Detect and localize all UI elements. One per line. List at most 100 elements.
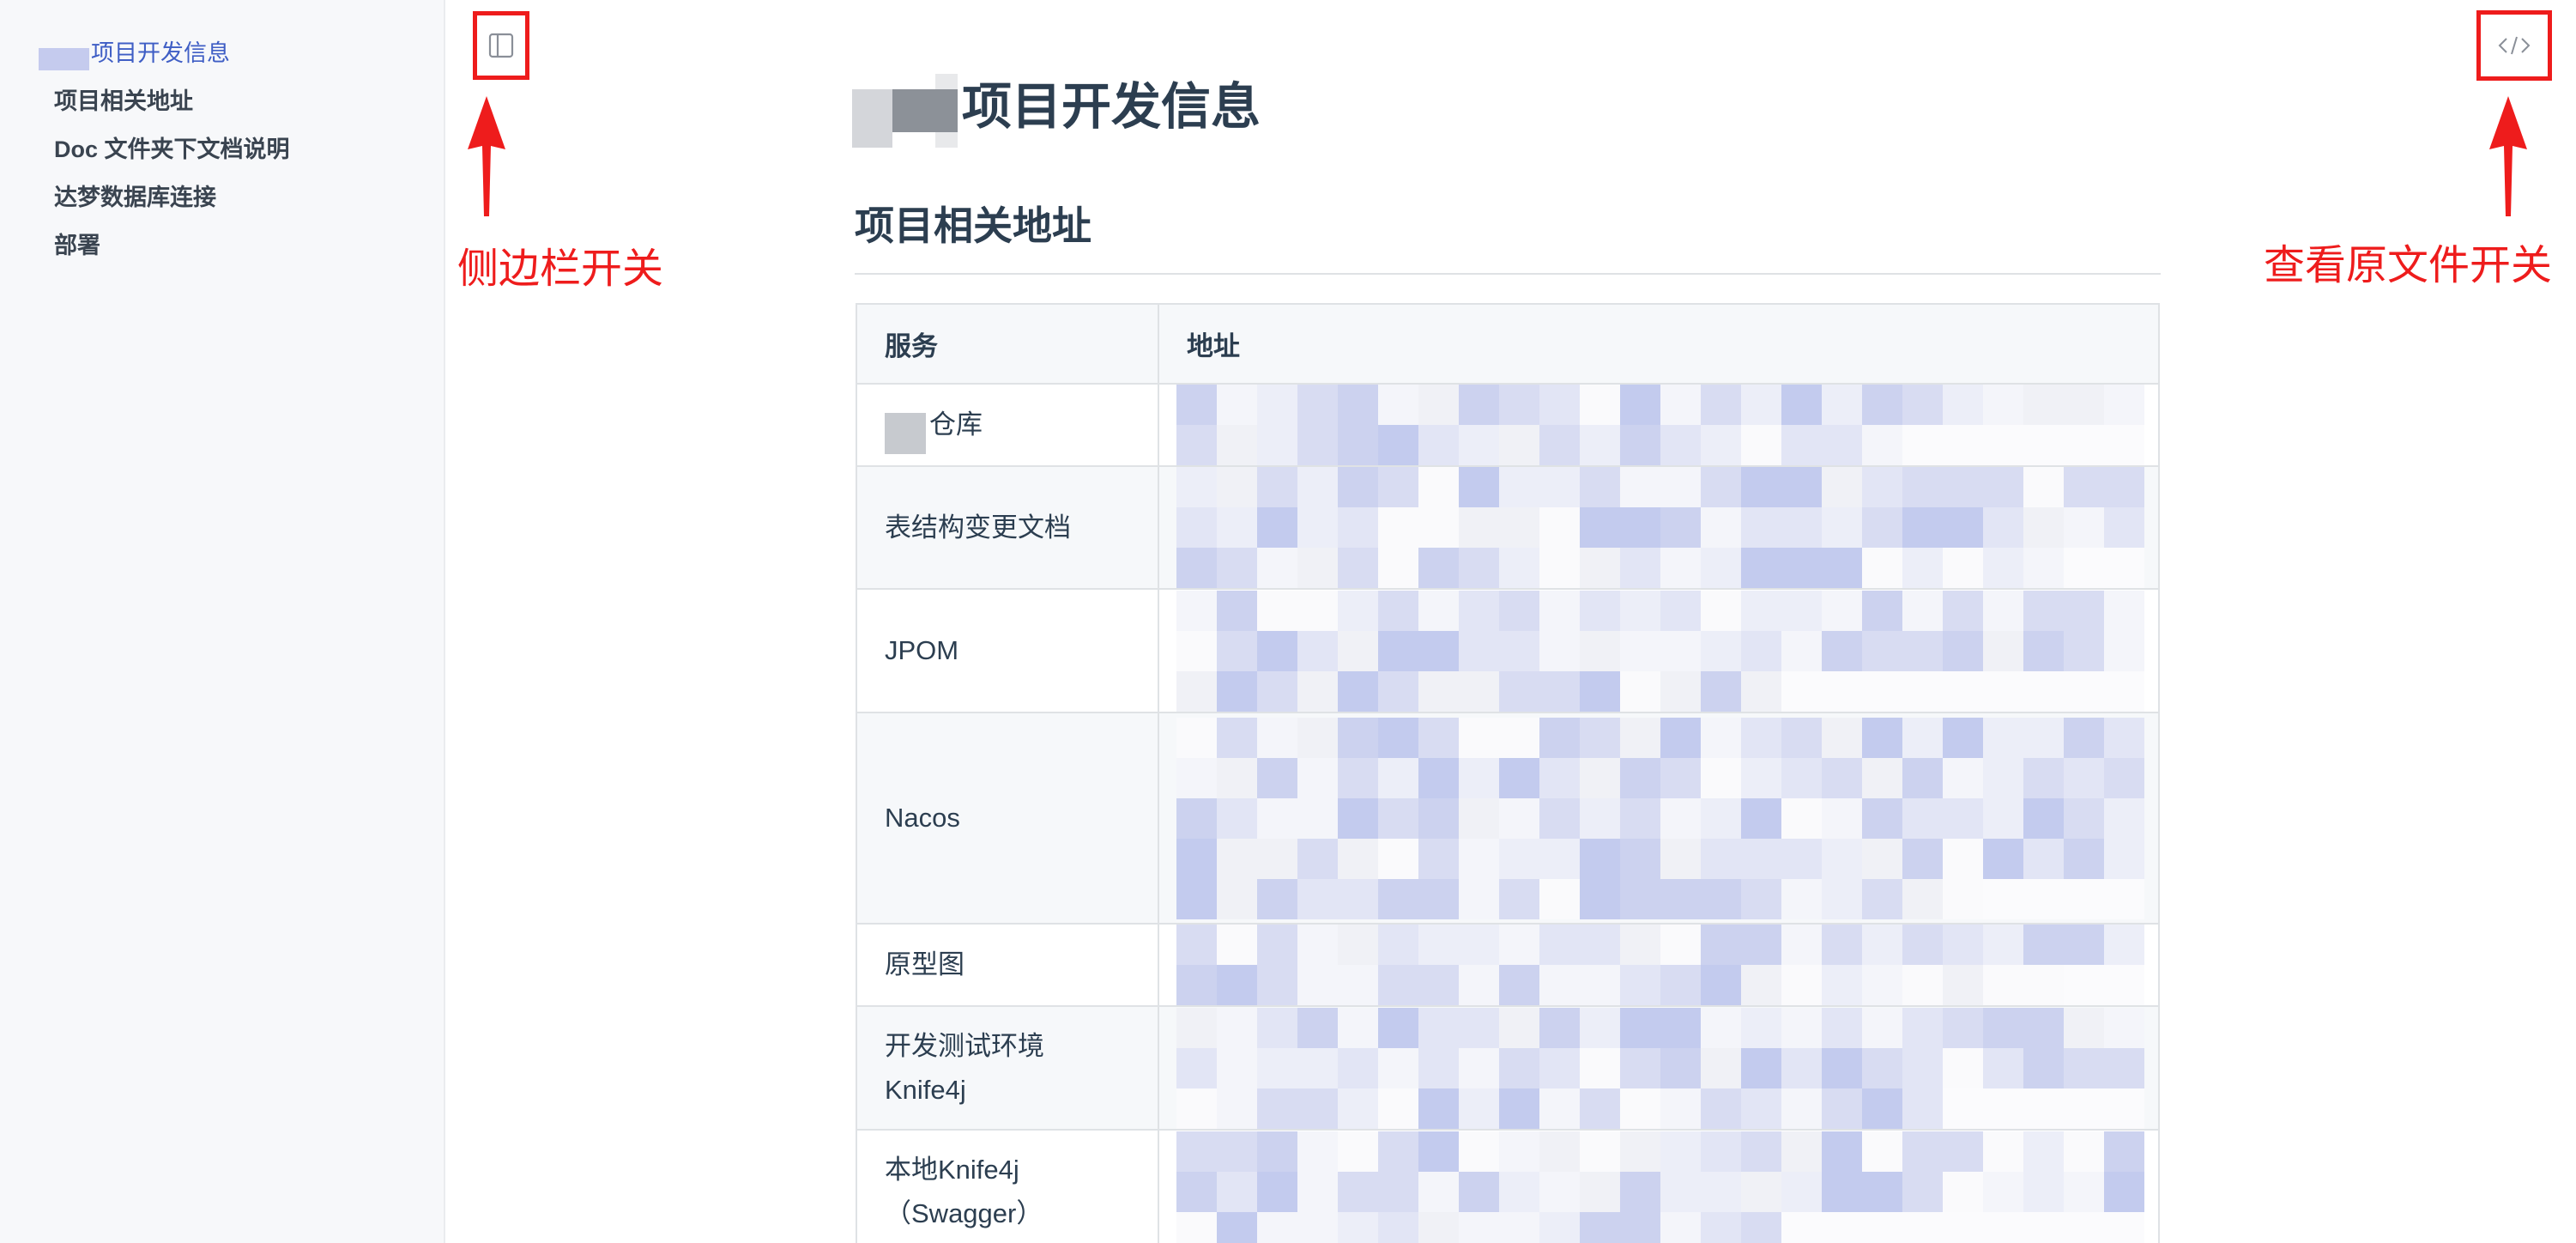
address-cell-redacted[interactable] (1158, 383, 2160, 467)
table-row: JPOM (856, 588, 2160, 713)
redacted-pixel (1499, 1047, 1539, 1088)
redacted-pixel (1983, 757, 2023, 798)
redacted-pixel (1741, 925, 1781, 965)
redacted-pixel (2064, 878, 2104, 919)
redacted-pixel (1217, 1131, 1257, 1172)
redacted-pixel (1580, 1211, 1620, 1243)
redacted-pixel (1983, 1131, 2023, 1172)
redacted-pixel (2023, 717, 2064, 758)
redacted-pixel (1862, 1211, 1902, 1243)
view-source-toggle-button[interactable] (2476, 10, 2552, 81)
redacted-pixel (1701, 425, 1741, 464)
redacted-pixel (1499, 925, 1539, 965)
column-header-address: 地址 (1158, 303, 2160, 385)
redacted-pixel (1741, 670, 1781, 711)
redacted-pixel (1418, 925, 1459, 965)
redacted-pixel (2104, 630, 2144, 671)
service-name: （Swagger） (885, 1198, 1043, 1228)
redacted-pixel (1862, 1131, 1902, 1172)
redacted-pixel (1378, 630, 1418, 671)
redacted-pixel (1822, 1008, 1862, 1048)
redacted-pixel (1620, 797, 1660, 839)
address-cell-redacted[interactable] (1158, 923, 2160, 1007)
redacted-pixel (2064, 1008, 2104, 1048)
sidebar-item-dameng-db[interactable]: 达梦数据库连接 (0, 180, 444, 228)
address-cell-redacted[interactable] (1158, 712, 2160, 925)
redacted-pixel (1822, 1171, 1862, 1212)
redacted-pixel (1459, 757, 1499, 798)
redacted-pixel (1983, 1171, 2023, 1212)
redacted-pixel (1862, 1088, 1902, 1128)
redacted-block (892, 89, 935, 132)
redacted-pixel (1943, 670, 1983, 711)
redacted-pixel (1378, 670, 1418, 711)
redacted-pixel (1257, 385, 1297, 425)
sidebar-item-deploy[interactable]: 部署 (0, 228, 444, 276)
redacted-pixel (1338, 507, 1378, 548)
redacted-pixel (1217, 591, 1257, 631)
redacted-pixel (1862, 548, 1902, 587)
sidebar-item-project-addresses[interactable]: 项目相关地址 (0, 84, 444, 132)
redacted-pixel (1701, 1008, 1741, 1048)
redacted-pixel (1781, 1131, 1822, 1172)
redacted-pixel (1338, 1008, 1378, 1048)
redacted-pixel (1660, 507, 1701, 548)
redacted-pixel (1701, 385, 1741, 425)
redacted-pixel (1378, 757, 1418, 798)
address-cell-redacted[interactable] (1158, 1129, 2160, 1243)
redacted-pixel (1701, 878, 1741, 919)
sidebar: 项目开发信息 项目相关地址 Doc 文件夹下文档说明 达梦数据库连接 部署 (0, 0, 445, 1243)
redacted-pixel (1459, 548, 1499, 587)
redacted-pixel (1418, 757, 1459, 798)
redacted-pixel (1701, 797, 1741, 839)
redacted-pixel (1338, 925, 1378, 965)
redacted-pixel (1418, 507, 1459, 548)
redacted-pixel (1499, 717, 1539, 758)
redacted-pixel (1418, 717, 1459, 758)
redacted-pixel (2104, 1008, 2144, 1048)
service-name: Nacos (885, 803, 960, 834)
sidebar-toggle-button[interactable] (473, 11, 529, 80)
redacted-pixel (1741, 1171, 1781, 1212)
redacted-pixel (1781, 925, 1822, 965)
redacted-pixel (1862, 468, 1902, 507)
redacted-pixel (1902, 965, 1943, 1004)
address-cell-redacted[interactable] (1158, 465, 2160, 590)
sidebar-item-project-dev-info[interactable]: 项目开发信息 (0, 36, 444, 84)
redacted-pixel (1257, 630, 1297, 671)
code-brackets-icon (2498, 36, 2531, 55)
redacted-pixel (1539, 838, 1580, 879)
redacted-pixel (1862, 1171, 1902, 1212)
redacted-pixel (1539, 925, 1580, 965)
redacted-pixel (1741, 630, 1781, 671)
redacted-pixel (2104, 1047, 2144, 1088)
redacted-pixel (2023, 757, 2064, 798)
redacted-pixel (1943, 425, 1983, 464)
redacted-pixel (1741, 385, 1781, 425)
redacted-pixel (2023, 468, 2064, 507)
redacted-pixel (1943, 1008, 1983, 1048)
service-name: 原型图 (885, 949, 964, 980)
sidebar-item-doc-folder[interactable]: Doc 文件夹下文档说明 (0, 132, 444, 180)
redacted-pixel (1176, 548, 1217, 587)
redacted-pixel (1499, 385, 1539, 425)
redacted-pixel (1176, 717, 1217, 758)
redacted-pixel (1459, 925, 1499, 965)
redacted-pixel (1176, 507, 1217, 548)
redacted-pixel (1741, 965, 1781, 1004)
redacted-pixel (1459, 385, 1499, 425)
redacted-pixel (2064, 507, 2104, 548)
redacted-pixel (1620, 1047, 1660, 1088)
redacted-pixel (1257, 878, 1297, 919)
address-cell-redacted[interactable] (1158, 588, 2160, 713)
redacted-pixel (1660, 548, 1701, 587)
section-divider (855, 273, 2161, 275)
redacted-pixel (1378, 425, 1418, 464)
address-cell-redacted[interactable] (1158, 1005, 2160, 1131)
redacted-pixel (1176, 1131, 1217, 1172)
redacted-pixel (1257, 468, 1297, 507)
redacted-pixel (1781, 630, 1822, 671)
redacted-pixel (1781, 1008, 1822, 1048)
redacted-pixel (1701, 630, 1741, 671)
redacted-pixel (1297, 591, 1338, 631)
